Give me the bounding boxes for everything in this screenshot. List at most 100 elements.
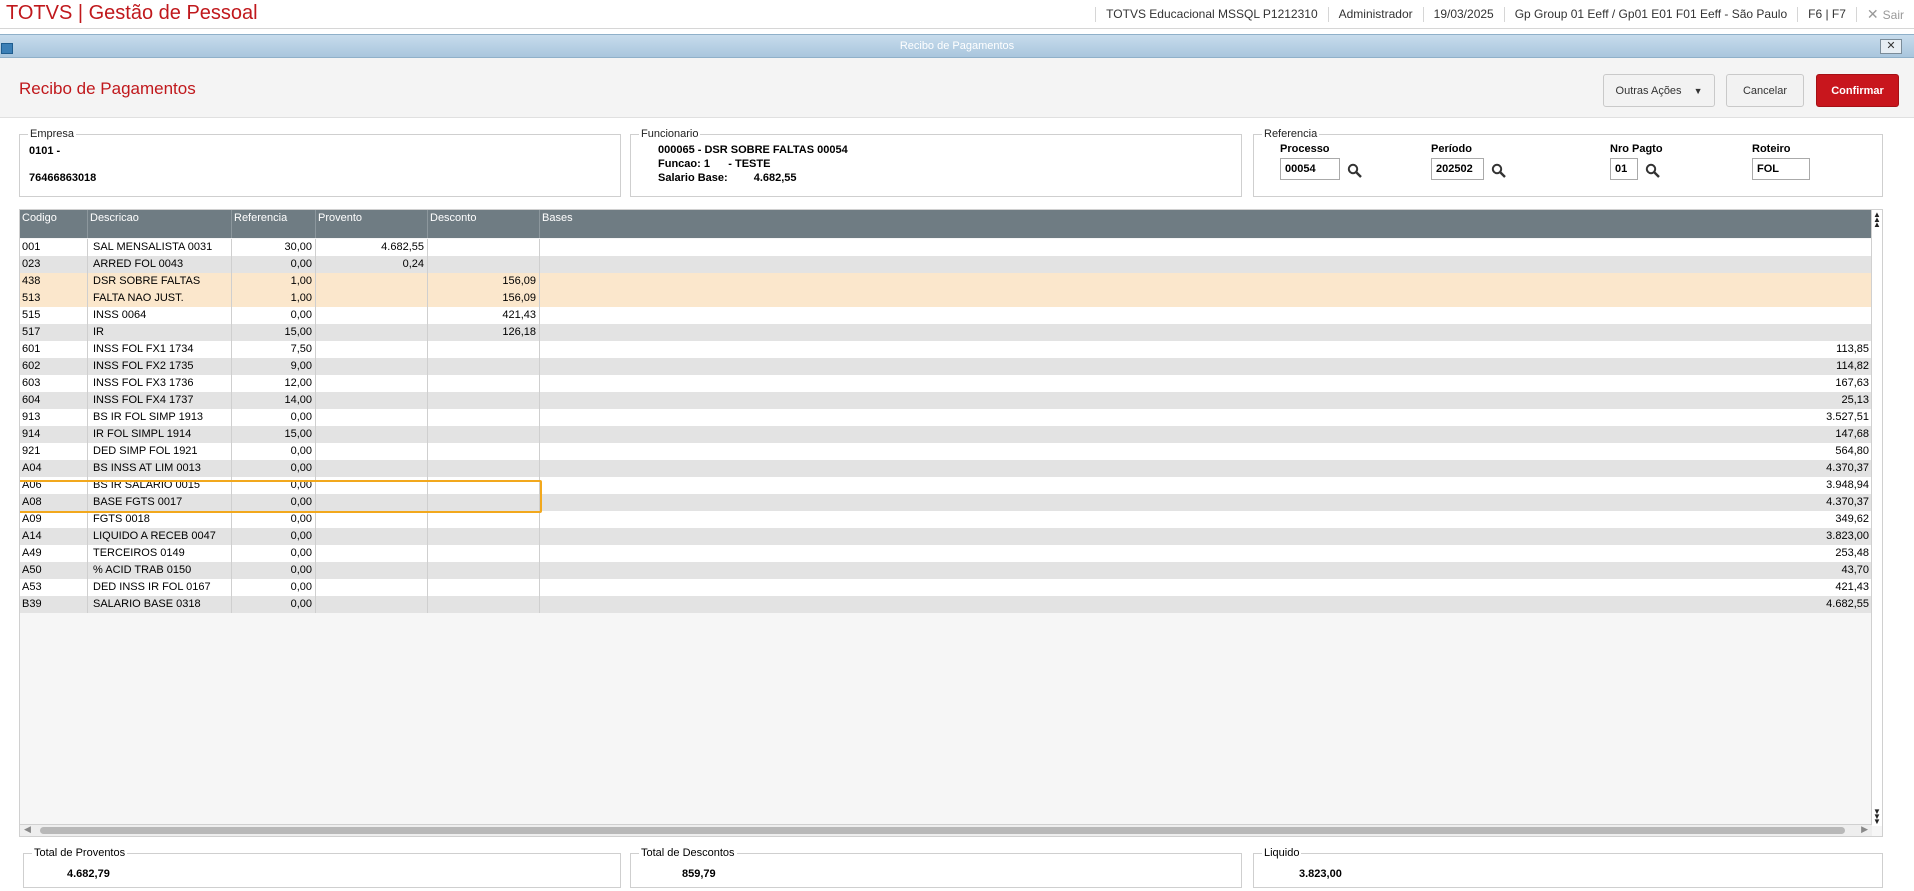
table-row[interactable]: 517 IR 15,00 126,18 — [20, 324, 1872, 341]
horizontal-scrollbar[interactable]: ◀ ▶ — [20, 824, 1872, 836]
cell-descricao: % ACID TRAB 0150 — [88, 562, 232, 579]
total-proventos-label: Total de Proventos — [32, 847, 128, 859]
cell-bases — [540, 239, 1872, 256]
table-row[interactable]: 023 ARRED FOL 0043 0,00 0,24 — [20, 256, 1872, 273]
cell-bases: 421,43 — [1835, 581, 1869, 593]
exit-button[interactable]: ✕ Sair — [1855, 7, 1914, 22]
cell-codigo: A53 — [20, 579, 88, 596]
cell-provento: 0,24 — [316, 256, 428, 273]
cell-descricao: FALTA NAO JUST. — [88, 290, 232, 307]
outras-acoes-button[interactable]: Outras Ações ▼ — [1603, 74, 1715, 107]
table-row[interactable]: A14 LIQUIDO A RECEB 0047 0,00 3.823,00 — [20, 528, 1872, 545]
scroll-left-icon[interactable]: ◀ — [24, 824, 31, 835]
table-row[interactable]: A49 TERCEIROS 0149 0,00 253,48 — [20, 545, 1872, 562]
column-header-referencia[interactable]: Referencia — [232, 210, 316, 238]
scroll-top-icon[interactable]: ▲ ▲ ▲ — [1872, 211, 1882, 229]
table-row[interactable]: 438 DSR SOBRE FALTAS 1,00 156,09 — [20, 273, 1872, 290]
cell-referencia: 0,00 — [232, 528, 316, 545]
cell-provento — [316, 392, 428, 409]
cell-referencia: 1,00 — [232, 273, 316, 290]
column-header-provento[interactable]: Provento — [316, 210, 428, 238]
cell-codigo: A49 — [20, 545, 88, 562]
cell-referencia: 1,00 — [232, 290, 316, 307]
search-icon[interactable] — [1645, 163, 1661, 179]
exit-label: Sair — [1882, 8, 1904, 22]
scroll-bottom-icon[interactable]: ▼ ▼ ▼ — [1872, 808, 1882, 826]
cell-codigo: A14 — [20, 528, 88, 545]
cell-desconto — [428, 392, 540, 409]
roteiro-input[interactable]: FOL — [1752, 158, 1810, 180]
cell-provento — [316, 273, 428, 290]
table-row[interactable]: A04 BS INSS AT LIM 0013 0,00 4.370,37 — [20, 460, 1872, 477]
column-header-descricao[interactable]: Descricao — [88, 210, 232, 238]
cell-desconto: 126,18 — [428, 324, 540, 341]
table-row[interactable]: 913 BS IR FOL SIMP 1913 0,00 3.527,51 — [20, 409, 1872, 426]
cell-desconto: 421,43 — [428, 307, 540, 324]
roteiro-label: Roteiro — [1752, 143, 1791, 155]
table-row[interactable]: A53 DED INSS IR FOL 0167 0,00 421,43 — [20, 579, 1872, 596]
caret-down-icon: ▼ — [1693, 85, 1703, 96]
cell-desconto — [428, 511, 540, 528]
scroll-right-icon[interactable]: ▶ — [1861, 824, 1868, 835]
table-row[interactable]: 921 DED SIMP FOL 1921 0,00 564,80 — [20, 443, 1872, 460]
cell-referencia: 0,00 — [232, 545, 316, 562]
search-icon[interactable] — [1347, 163, 1363, 179]
shortcuts-label[interactable]: F6 | F7 — [1797, 7, 1856, 22]
top-info: TOTVS Educacional MSSQL P1212310 Adminis… — [1095, 0, 1914, 29]
cancel-button[interactable]: Cancelar — [1726, 74, 1804, 107]
cell-provento — [316, 307, 428, 324]
cell-provento — [316, 443, 428, 460]
cell-desconto — [428, 358, 540, 375]
top-bar: TOTVS | Gestão de Pessoal TOTVS Educacio… — [0, 0, 1914, 29]
cell-referencia: 0,00 — [232, 562, 316, 579]
table-row[interactable]: A09 FGTS 0018 0,00 349,62 — [20, 511, 1872, 528]
cell-provento — [316, 460, 428, 477]
column-header-desconto[interactable]: Desconto — [428, 210, 540, 238]
table-row[interactable]: 604 INSS FOL FX4 1737 14,00 25,13 — [20, 392, 1872, 409]
cell-bases: 4.370,37 — [1826, 462, 1869, 474]
table-row[interactable]: B39 SALARIO BASE 0318 0,00 4.682,55 — [20, 596, 1872, 613]
confirm-button[interactable]: Confirmar — [1816, 74, 1899, 107]
table-row[interactable]: 914 IR FOL SIMPL 1914 15,00 147,68 — [20, 426, 1872, 443]
cell-descricao: TERCEIROS 0149 — [88, 545, 232, 562]
table-row[interactable]: 603 INSS FOL FX3 1736 12,00 167,63 — [20, 375, 1872, 392]
table-row[interactable]: 001 SAL MENSALISTA 0031 30,00 4.682,55 — [20, 239, 1872, 256]
table-row[interactable]: 513 FALTA NAO JUST. 1,00 156,09 — [20, 290, 1872, 307]
processo-input[interactable]: 00054 — [1280, 158, 1340, 180]
table-row[interactable]: 515 INSS 0064 0,00 421,43 — [20, 307, 1872, 324]
scroll-thumb[interactable] — [40, 827, 1845, 834]
cell-provento — [316, 545, 428, 562]
group-label[interactable]: Gp Group 01 Eeff / Gp01 E01 F01 Eeff - S… — [1503, 7, 1797, 22]
total-descontos-group: Total de Descontos 859,79 — [630, 847, 1242, 888]
column-header-bases[interactable]: Bases — [540, 210, 1872, 238]
liquido-group: Liquido 3.823,00 — [1253, 847, 1883, 888]
vertical-scrollbar[interactable]: ▲ ▲ ▲ ▼ ▼ ▼ — [1871, 210, 1882, 826]
cell-desconto: 156,09 — [428, 290, 540, 307]
user-label[interactable]: Administrador — [1327, 7, 1423, 22]
cell-desconto — [428, 409, 540, 426]
window-close-button[interactable]: ✕ — [1880, 39, 1902, 54]
close-icon: ✕ — [1886, 40, 1896, 52]
funcionario-legend: Funcionario — [639, 128, 701, 140]
cell-desconto — [428, 596, 540, 613]
cell-desconto: 156,09 — [428, 273, 540, 290]
page-header: Recibo de Pagamentos Outras Ações ▼ Canc… — [0, 58, 1914, 118]
column-header-codigo[interactable]: Codigo — [20, 210, 88, 238]
table-row[interactable]: 602 INSS FOL FX2 1735 9,00 114,82 — [20, 358, 1872, 375]
cell-referencia: 30,00 — [232, 239, 316, 256]
periodo-input[interactable]: 202502 — [1431, 158, 1484, 180]
table-row[interactable]: A50% ACID TRAB 0150 0,00 43,70 — [20, 562, 1872, 579]
cell-bases: 3.823,00 — [1826, 530, 1869, 542]
cell-referencia: 14,00 — [232, 392, 316, 409]
search-icon[interactable] — [1491, 163, 1507, 179]
nropagto-input[interactable]: 01 — [1610, 158, 1638, 180]
processo-field: Processo 00054 — [1280, 143, 1363, 180]
date-label[interactable]: 19/03/2025 — [1422, 7, 1504, 22]
cell-bases: 167,63 — [1835, 377, 1869, 389]
table-row[interactable]: 601 INSS FOL FX1 1734 7,50 113,85 — [20, 341, 1872, 358]
cell-codigo: 515 — [20, 307, 88, 324]
cell-codigo: 603 — [20, 375, 88, 392]
cell-descricao: IR FOL SIMPL 1914 — [88, 426, 232, 443]
salario-label: Salario Base: — [658, 172, 728, 184]
recibo-grid: Codigo Descricao Referencia Provento Descont… — [19, 209, 1883, 837]
